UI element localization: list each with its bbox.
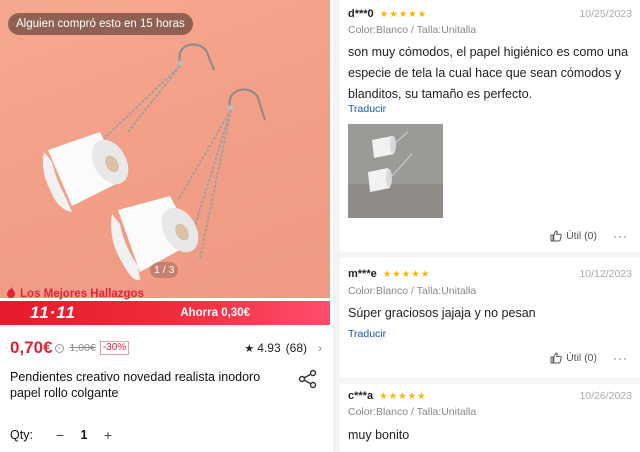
translate-link[interactable]: Traducir (348, 103, 386, 115)
product-title: Pendientes creativo novedad realista ino… (10, 370, 261, 400)
product-image-gallery[interactable]: Alguien compró esto en 15 horas 1 / 3 (0, 0, 330, 298)
qty-label: Qty: (10, 428, 33, 442)
review-header: d***0 ★★★★★ 10/25/2023 (348, 6, 632, 22)
review-variant: Color:Blanco / Talla:Unitalla (348, 285, 477, 297)
chevron-right-icon: › (318, 341, 322, 355)
promo-label-row: Los Mejores Hallazgos (0, 286, 152, 302)
review-stars: ★★★★★ (382, 268, 431, 280)
promo-banner[interactable]: Los Mejores Hallazgos 11·11 Ahorra 0,30€ (0, 286, 330, 325)
rating-count: (68) (285, 341, 307, 355)
useful-button[interactable]: Útil (0) ··· (550, 351, 628, 365)
review-item: m***e ★★★★★ 10/12/2023 Color:Blanco / Ta… (340, 258, 640, 378)
review-date: 10/25/2023 (579, 8, 632, 20)
review-date: 10/26/2023 (579, 390, 632, 402)
purchase-toast: Alguien compró esto en 15 horas (8, 13, 193, 35)
qty-increase-button[interactable]: + (99, 427, 117, 443)
review-user: d***0 (348, 8, 374, 20)
thumbs-up-icon (550, 230, 562, 242)
info-icon[interactable]: i (54, 343, 64, 353)
product-panel: Alguien compró esto en 15 horas 1 / 3 Lo… (0, 0, 330, 452)
qty-decrease-button[interactable]: − (51, 427, 69, 443)
discount-badge: -30% (99, 341, 130, 355)
reviews-panel[interactable]: d***0 ★★★★★ 10/25/2023 Color:Blanco / Ta… (340, 0, 640, 452)
review-item: c***a ★★★★★ 10/26/2023 Color:Blanco / Ta… (340, 384, 640, 452)
review-user: m***e (348, 268, 377, 280)
rating-summary[interactable]: ★ 4.93 (68) › (244, 341, 322, 355)
review-stars: ★★★★★ (379, 390, 427, 402)
more-icon[interactable]: ··· (613, 229, 628, 243)
review-header: m***e ★★★★★ 10/12/2023 (348, 266, 632, 282)
promo-discount: Ahorra 0,30€ (180, 307, 250, 319)
qty-value[interactable]: 1 (69, 428, 99, 442)
review-variant: Color:Blanco / Talla:Unitalla (348, 406, 477, 418)
image-counter: 1 / 3 (150, 262, 179, 278)
review-header: c***a ★★★★★ 10/26/2023 (348, 388, 632, 404)
review-text: son muy cómodos, el papel higiénico es c… (348, 45, 629, 101)
review-stars: ★★★★★ (379, 8, 428, 20)
product-image (42, 43, 266, 281)
share-icon[interactable] (298, 369, 318, 389)
more-icon[interactable]: ··· (613, 351, 628, 365)
promo-brand: 11·11 (30, 303, 76, 322)
thumbs-up-icon (550, 352, 562, 364)
review-text: muy bonito (348, 428, 410, 442)
panel-divider (333, 0, 340, 452)
review-photo-image (348, 124, 443, 218)
promo-label: Los Mejores Hallazgos (20, 288, 144, 300)
useful-count: Útil (0) (566, 352, 597, 364)
promo-bar: 11·11 Ahorra 0,30€ (0, 301, 330, 325)
translate-link[interactable]: Traducir (348, 328, 386, 340)
review-variant: Color:Blanco / Talla:Unitalla (348, 24, 477, 36)
review-date: 10/12/2023 (579, 268, 632, 280)
review-text: Súper graciosos jajaja y no pesan (348, 306, 536, 320)
rating-value: 4.93 (257, 341, 281, 355)
review-photo[interactable] (348, 124, 443, 218)
review-item: d***0 ★★★★★ 10/25/2023 Color:Blanco / Ta… (340, 0, 640, 252)
current-price: 0,70€ (10, 338, 53, 357)
useful-count: Útil (0) (566, 230, 597, 242)
price-row: 0,70€ i 1,00€ -30% ★ 4.93 (68) › (10, 337, 322, 359)
fire-icon (6, 286, 16, 302)
star-icon: ★ (244, 342, 255, 355)
useful-button[interactable]: Útil (0) ··· (550, 229, 628, 243)
review-user: c***a (348, 390, 374, 402)
quantity-stepper: Qty: − 1 + (10, 426, 117, 444)
original-price: 1,00€ (69, 342, 96, 354)
